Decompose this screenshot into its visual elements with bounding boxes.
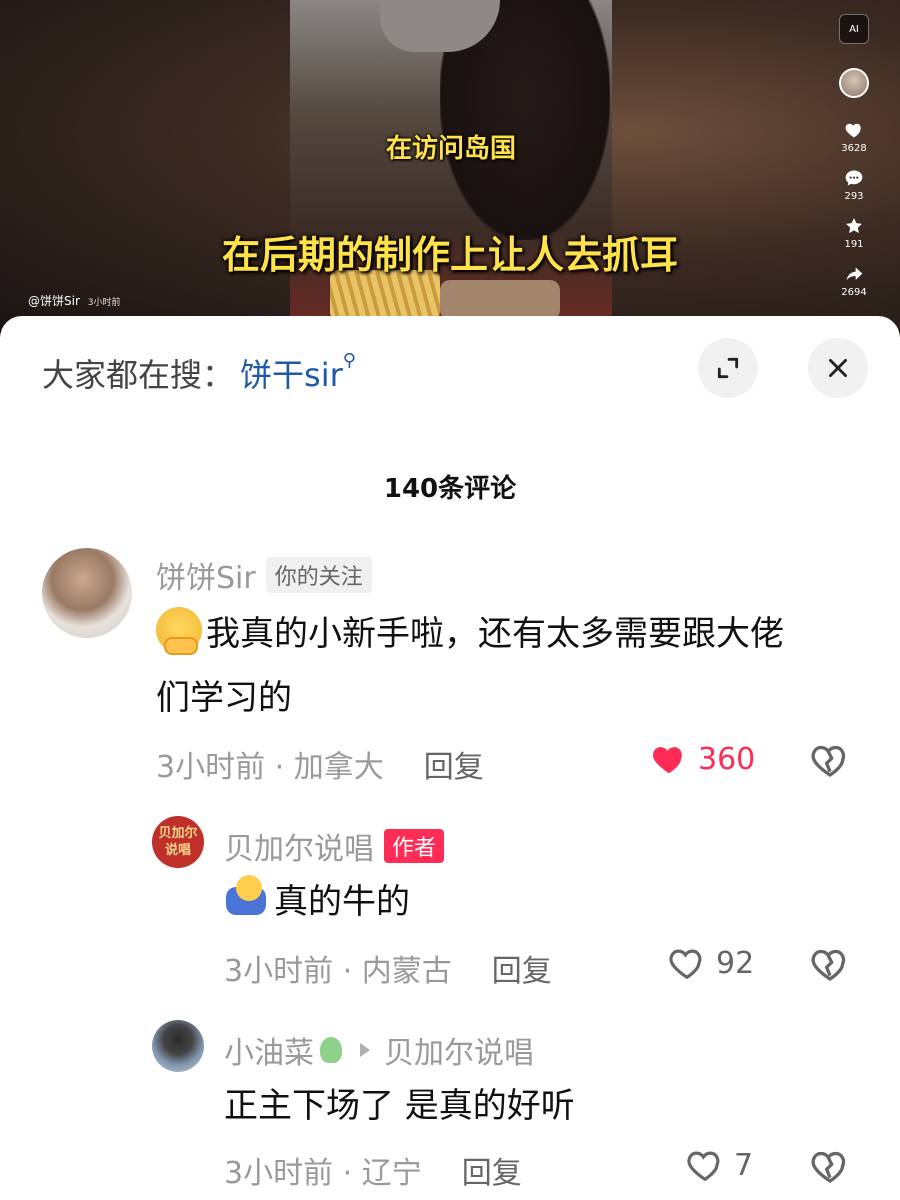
hug-emoji-icon xyxy=(224,875,270,921)
reply-to-arrow-icon xyxy=(360,1043,370,1057)
comment-header: 小油菜 贝加尔说唱 xyxy=(224,1028,534,1072)
like-button[interactable]: 92 xyxy=(668,944,754,982)
video-subtitle-large: 在后期的制作上让人去抓耳 xyxy=(221,233,678,277)
close-button[interactable] xyxy=(808,338,868,398)
rail-like-count: 3628 xyxy=(841,143,867,154)
video-subtitle-small: 在访问岛国 xyxy=(385,134,516,164)
comment-meta: 3小时前 · 加拿大 回复 xyxy=(156,742,484,786)
video-author-handle: @饼饼Sir xyxy=(28,294,80,308)
expand-icon xyxy=(717,357,739,379)
broken-heart-icon xyxy=(811,745,846,777)
comment-author-name[interactable]: 贝加尔说唱 xyxy=(224,824,374,868)
comment-text-content: 真的牛的 xyxy=(274,882,410,922)
reply-button[interactable]: 回复 xyxy=(462,1156,522,1191)
heart-outline-icon xyxy=(687,1151,720,1182)
broken-heart-icon xyxy=(811,949,846,981)
avatar[interactable] xyxy=(152,1020,204,1072)
comment-count: 140条评论 xyxy=(383,474,517,504)
comment-text-line2: 们学习的 xyxy=(156,678,292,718)
like-button[interactable]: 7 xyxy=(686,1146,753,1184)
rail-comment-count: 293 xyxy=(844,191,864,202)
like-count: 92 xyxy=(716,945,755,981)
shy-face-emoji-icon xyxy=(156,607,202,655)
author-badge: 作者 xyxy=(384,829,445,863)
like-count: 7 xyxy=(734,1147,754,1183)
heart-filled-icon xyxy=(653,747,682,774)
vegetable-leaf-icon xyxy=(320,1037,342,1063)
star-icon xyxy=(846,218,862,234)
comment-author-name[interactable]: 小油菜 xyxy=(224,1028,314,1072)
dislike-button[interactable] xyxy=(810,944,850,988)
comment-meta: 3小时前 · 辽宁 回复 xyxy=(224,1148,522,1192)
video-scene-tray xyxy=(440,280,560,320)
following-badge: 你的关注 xyxy=(265,557,372,593)
rail-favorite-count: 191 xyxy=(844,239,864,250)
rail-comment-button[interactable]: 293 xyxy=(844,168,864,202)
rail-share-count: 2694 xyxy=(841,287,867,298)
comment-text: 我真的小新手啦，还有太多需要跟大佬 们学习的 xyxy=(156,602,866,730)
comment-sheet: 大家都在搜： 饼干sir⚲ 140条评论 饼饼Sir 你的关注 我真的小新手啦，还… xyxy=(0,316,900,1200)
trending-search-prefix: 大家都在搜： xyxy=(42,356,235,394)
dislike-button[interactable] xyxy=(810,740,850,784)
dislike-button[interactable] xyxy=(810,1146,850,1190)
reply-button[interactable]: 回复 xyxy=(492,954,552,989)
share-arrow-icon xyxy=(846,267,863,281)
expand-button[interactable] xyxy=(698,338,758,398)
heart-icon xyxy=(845,123,861,138)
rail-share-button[interactable]: 2694 xyxy=(841,264,867,298)
like-button[interactable]: 360 xyxy=(650,740,755,778)
comment-icon xyxy=(845,170,863,186)
comment-header: 饼饼Sir 你的关注 xyxy=(156,553,372,597)
broken-heart-icon xyxy=(811,1151,846,1183)
comment-text: 真的牛的 xyxy=(224,870,824,934)
comment-time-location: 3小时前 · 内蒙古 xyxy=(224,954,452,989)
comment-text-line1: 我真的小新手啦，还有太多需要跟大佬 xyxy=(206,614,784,654)
creator-avatar[interactable] xyxy=(839,68,869,98)
comment-header: 贝加尔说唱 作者 xyxy=(224,824,445,868)
comment-author-name[interactable]: 饼饼Sir xyxy=(156,553,256,597)
search-icon: ⚲ xyxy=(342,350,356,371)
avatar[interactable]: 贝加尔说唱 xyxy=(152,816,204,868)
comment-time-location: 3小时前 · 辽宁 xyxy=(224,1156,422,1191)
trending-search-query[interactable]: 饼干sir xyxy=(240,356,343,394)
reply-to-name[interactable]: 贝加尔说唱 xyxy=(384,1028,534,1072)
comment-time-location: 3小时前 · 加拿大 xyxy=(156,750,384,785)
close-icon xyxy=(829,359,847,377)
trending-search[interactable]: 大家都在搜： 饼干sir⚲ xyxy=(42,350,356,396)
heart-outline-icon xyxy=(669,949,702,980)
reply-button[interactable]: 回复 xyxy=(424,750,484,785)
ai-label: AI xyxy=(849,23,859,35)
comment-meta: 3小时前 · 内蒙古 回复 xyxy=(224,946,552,990)
video-author-time: 3小时前 xyxy=(87,298,121,308)
video-player[interactable]: 在访问岛国 在后期的制作上让人去抓耳 @饼饼Sir 3小时前 AI 3628 2… xyxy=(0,0,900,330)
like-count: 360 xyxy=(698,741,756,777)
rail-favorite-button[interactable]: 191 xyxy=(844,216,864,250)
comment-text: 正主下场了 是真的好听 xyxy=(224,1086,575,1126)
avatar[interactable] xyxy=(42,548,132,638)
video-author[interactable]: @饼饼Sir 3小时前 xyxy=(28,292,120,309)
video-action-rail: AI 3628 293 191 2694 xyxy=(836,14,872,298)
rail-like-button[interactable]: 3628 xyxy=(841,120,867,154)
avatar-text: 贝加尔说唱 xyxy=(158,826,198,858)
ai-button[interactable]: AI xyxy=(839,14,869,44)
